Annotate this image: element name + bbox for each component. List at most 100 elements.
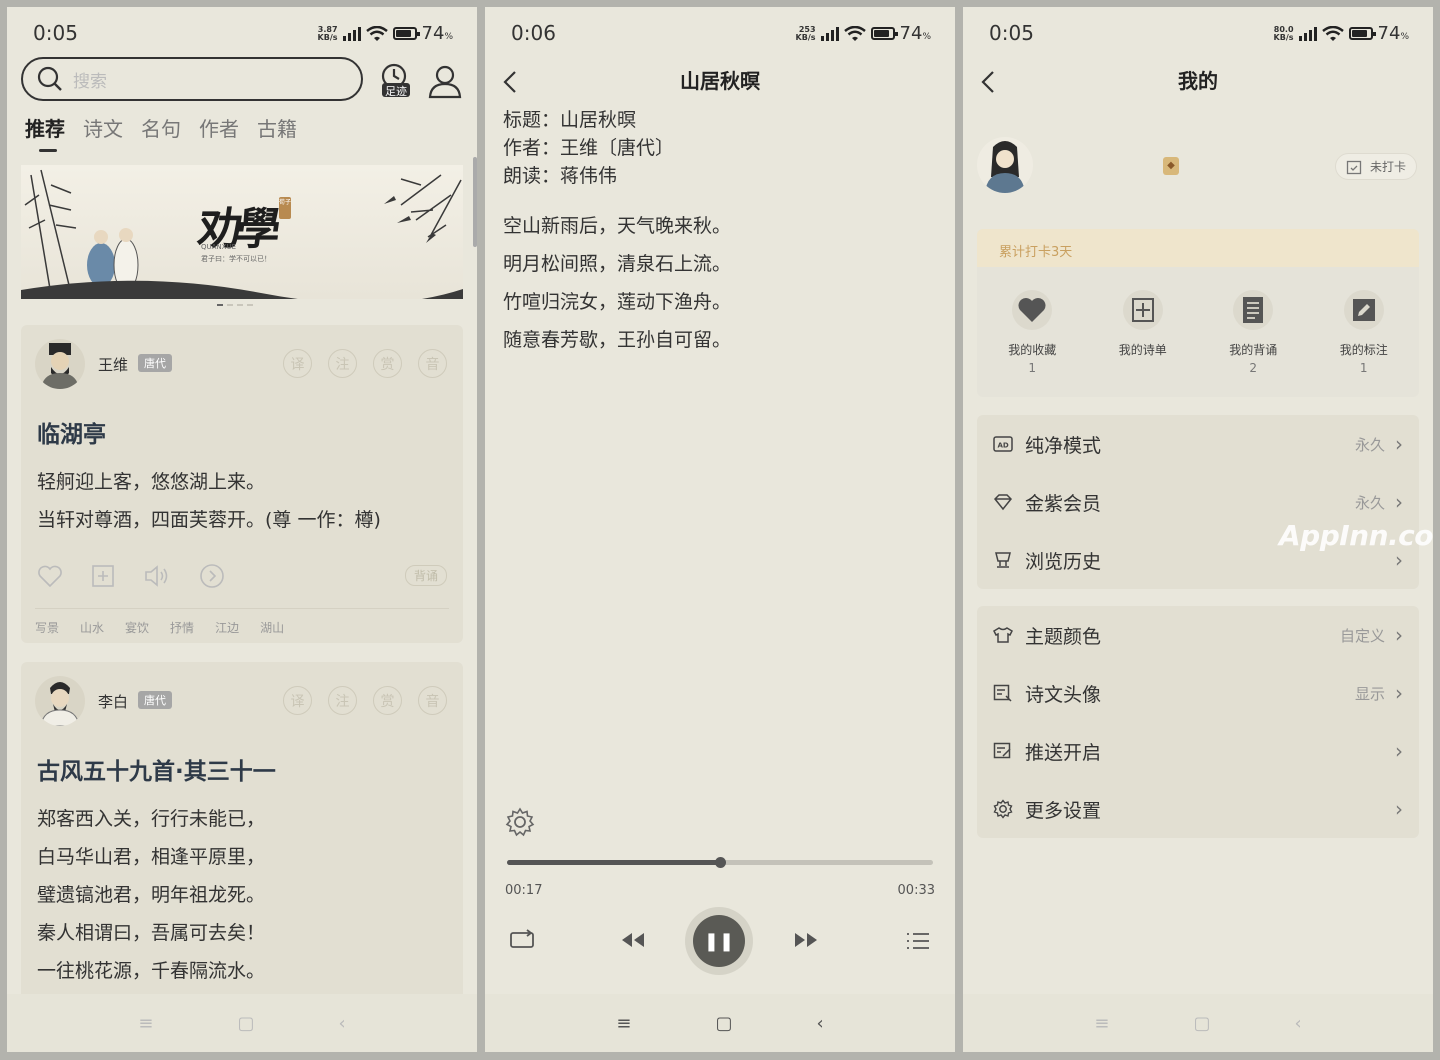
back-nav-button[interactable]: ‹: [338, 1013, 345, 1034]
tab-authors[interactable]: 作者: [199, 113, 239, 142]
stat-recitations[interactable]: 我的背诵 2: [1208, 287, 1298, 375]
playlist-icon[interactable]: [905, 931, 931, 951]
tag-list: 写景 山水 宴饮 抒情 江边 湖山: [35, 608, 449, 636]
progress-slider[interactable]: [507, 857, 933, 868]
progress-handle[interactable]: [715, 857, 726, 868]
back-nav-button[interactable]: ‹: [816, 1013, 823, 1034]
tab-quotes[interactable]: 名句: [141, 113, 181, 142]
stat-poem-lists[interactable]: 我的诗单: [1098, 287, 1188, 375]
avatar[interactable]: [35, 676, 85, 726]
tag[interactable]: 山水: [80, 619, 104, 636]
avatar[interactable]: [977, 137, 1033, 193]
watermark: AppInn.com: [1279, 519, 1433, 552]
tag[interactable]: 湖山: [260, 619, 284, 636]
player-settings-button[interactable]: [505, 807, 535, 841]
row-push[interactable]: 推送开启 ›: [977, 722, 1419, 780]
battery-unit: %: [444, 32, 453, 42]
author-name[interactable]: 王维: [98, 354, 128, 375]
poem-text: 轻舸迎上客，悠悠湖上来。 当轩对尊酒，四面芙蓉开。(尊 一作：樽): [37, 467, 381, 543]
repeat-icon[interactable]: [509, 929, 535, 951]
image-icon: [993, 684, 1012, 702]
poem-line: 一往桃花源，千春隔流水。: [37, 960, 266, 982]
battery-icon: [392, 27, 420, 40]
translate-button[interactable]: 译: [283, 349, 312, 378]
stat-label: 我的标注: [1339, 343, 1388, 357]
fast-forward-icon[interactable]: [793, 931, 819, 949]
home-nav-button[interactable]: ▢: [237, 1013, 254, 1034]
forward-icon[interactable]: [199, 563, 225, 589]
poem-card[interactable]: 王维 唐代 译 注 赏 音 临湖亭 轻舸迎上客，悠悠湖上来。 当轩对尊酒，四面芙…: [21, 325, 463, 643]
rewind-icon[interactable]: [620, 931, 646, 949]
translate-button[interactable]: 译: [283, 686, 312, 715]
row-value: 永久: [1354, 493, 1385, 512]
checkin-button[interactable]: 未打卡: [1334, 153, 1417, 180]
settings-group-membership: AD 纯净模式 永久 › 金紫会员 永久 › 浏览历史 ›: [977, 415, 1419, 589]
row-poem-avatar[interactable]: 诗文头像 显示 ›: [977, 664, 1419, 722]
author-name[interactable]: 李白: [98, 691, 128, 712]
status-bar: 0:05 3.87 KB/s 74%: [7, 7, 477, 57]
chevron-right-icon: ›: [1395, 797, 1403, 821]
tag[interactable]: 宴饮: [125, 619, 149, 636]
recite-button[interactable]: 背诵: [404, 565, 447, 586]
poem-card[interactable]: 李白 唐代 译 注 赏 音 古风五十九首·其三十一 郑客西入关，行行未能已， 白…: [21, 662, 463, 1002]
avatar[interactable]: [35, 339, 85, 389]
settings-group-preferences: 主题颜色 自定义 › 诗文头像 显示 › 推送开启 › 更多设置 ›: [977, 606, 1419, 838]
banner[interactable]: 劝學 荀子 QUANXUE 君子曰：学不可以已！: [21, 165, 463, 299]
footprint-button[interactable]: 足迹: [379, 63, 413, 103]
banner-pager: [217, 304, 253, 306]
battery-percent: 74: [1377, 23, 1401, 44]
poem-title[interactable]: 临湖亭: [37, 415, 106, 449]
profile-screen: 0:05 80.0 KB/s 74% 我的 ◆ 未打卡 累计打卡3天 我的收藏 1: [963, 7, 1433, 1052]
gear-icon: [505, 807, 535, 837]
appreciate-button[interactable]: 赏: [373, 686, 402, 715]
tag[interactable]: 江边: [215, 619, 239, 636]
row-ad-free[interactable]: AD 纯净模式 永久 ›: [977, 415, 1419, 473]
pause-icon: ❚❚: [693, 915, 745, 967]
stat-favorites[interactable]: 我的收藏 1: [987, 287, 1077, 375]
tag[interactable]: 写景: [35, 619, 59, 636]
stat-label: 我的背诵: [1229, 343, 1278, 357]
menu-nav-button[interactable]: ≡: [616, 1013, 631, 1034]
tab-classics[interactable]: 古籍: [257, 113, 297, 142]
stat-label: 我的收藏: [1008, 343, 1057, 357]
annotate-button[interactable]: 注: [328, 349, 357, 378]
heart-icon[interactable]: [37, 564, 63, 588]
edit-icon: [1343, 290, 1384, 330]
system-nav-bar: ≡ ▢ ‹: [485, 994, 955, 1052]
home-nav-button[interactable]: ▢: [1193, 1013, 1210, 1034]
home-nav-button[interactable]: ▢: [715, 1013, 732, 1034]
search-input[interactable]: 搜索: [21, 57, 363, 101]
status-time: 0:05: [989, 21, 1034, 45]
banner-quote: 君子曰：学不可以已！: [201, 255, 271, 263]
menu-nav-button[interactable]: ≡: [138, 1013, 153, 1034]
page-title: 我的: [1178, 69, 1218, 93]
speaker-icon[interactable]: [143, 564, 171, 588]
row-label: 更多设置: [1025, 799, 1102, 822]
audio-button[interactable]: 音: [418, 686, 447, 715]
tab-poems[interactable]: 诗文: [83, 113, 123, 142]
stat-label: 我的诗单: [1118, 343, 1167, 357]
row-theme-color[interactable]: 主题颜色 自定义 ›: [977, 606, 1419, 664]
chevron-right-icon: ›: [1395, 432, 1403, 456]
row-more-settings[interactable]: 更多设置 ›: [977, 780, 1419, 838]
audio-button[interactable]: 音: [418, 349, 447, 378]
scrollbar[interactable]: [473, 157, 477, 247]
tab-recommend[interactable]: 推荐: [25, 113, 65, 152]
push-icon: [993, 742, 1011, 759]
annotate-button[interactable]: 注: [328, 686, 357, 715]
menu-nav-button[interactable]: ≡: [1094, 1013, 1109, 1034]
add-to-list-icon[interactable]: [91, 564, 115, 588]
poem-title[interactable]: 古风五十九首·其三十一: [37, 752, 276, 786]
appreciate-button[interactable]: 赏: [373, 349, 402, 378]
back-nav-button[interactable]: ‹: [1294, 1013, 1301, 1034]
pause-button[interactable]: ❚❚: [685, 907, 753, 975]
level-badge-icon: ◆: [1163, 157, 1179, 175]
row-label: 纯净模式: [1025, 434, 1102, 457]
battery-unit: %: [922, 32, 931, 42]
battery-icon: [1348, 27, 1376, 40]
stat-annotations[interactable]: 我的标注 1: [1319, 287, 1409, 375]
tag[interactable]: 抒情: [170, 619, 194, 636]
battery-percent: 74: [899, 23, 923, 44]
profile-button[interactable]: [427, 63, 463, 103]
poem-line: 璧遗镐池君，明年祖龙死。: [37, 884, 266, 906]
